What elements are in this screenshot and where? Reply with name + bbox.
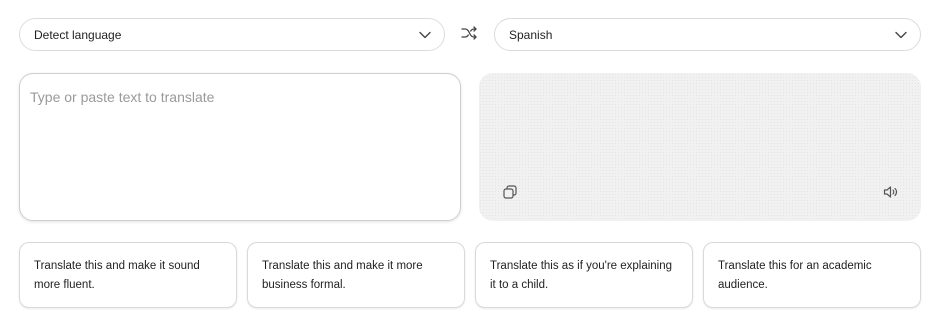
shuffle-icon	[461, 25, 477, 45]
swap-languages-button[interactable]	[459, 25, 479, 45]
suggestion-academic[interactable]: Translate this for an academic audience.	[703, 242, 921, 308]
target-language-label: Spanish	[509, 27, 553, 42]
suggestion-fluent[interactable]: Translate this and make it sound more fl…	[19, 242, 237, 308]
target-language-select[interactable]: Spanish	[494, 18, 921, 51]
suggestion-business-formal[interactable]: Translate this and make it more business…	[247, 242, 465, 308]
chevron-down-icon	[418, 28, 432, 42]
source-text-panel	[19, 73, 461, 221]
suggestion-label: Translate this and make it more business…	[262, 260, 423, 291]
copy-icon	[503, 184, 517, 204]
suggestion-label: Translate this as if you're explaining i…	[490, 260, 673, 291]
suggestion-label: Translate this and make it sound more fl…	[34, 260, 200, 291]
chevron-down-icon	[894, 28, 908, 42]
source-language-select[interactable]: Detect language	[19, 18, 445, 51]
copy-button[interactable]	[501, 184, 519, 204]
source-language-label: Detect language	[34, 27, 122, 42]
speaker-icon	[883, 185, 899, 204]
source-text-input[interactable]	[30, 89, 450, 205]
listen-button[interactable]	[882, 185, 900, 203]
suggestion-label: Translate this for an academic audience.	[718, 260, 872, 291]
suggestion-list: Translate this and make it sound more fl…	[19, 242, 921, 308]
translator-page: Detect language Spanish Type or paste te…	[0, 0, 940, 321]
suggestion-explain-to-child[interactable]: Translate this as if you're explaining i…	[475, 242, 693, 308]
translation-output-panel	[479, 73, 921, 221]
